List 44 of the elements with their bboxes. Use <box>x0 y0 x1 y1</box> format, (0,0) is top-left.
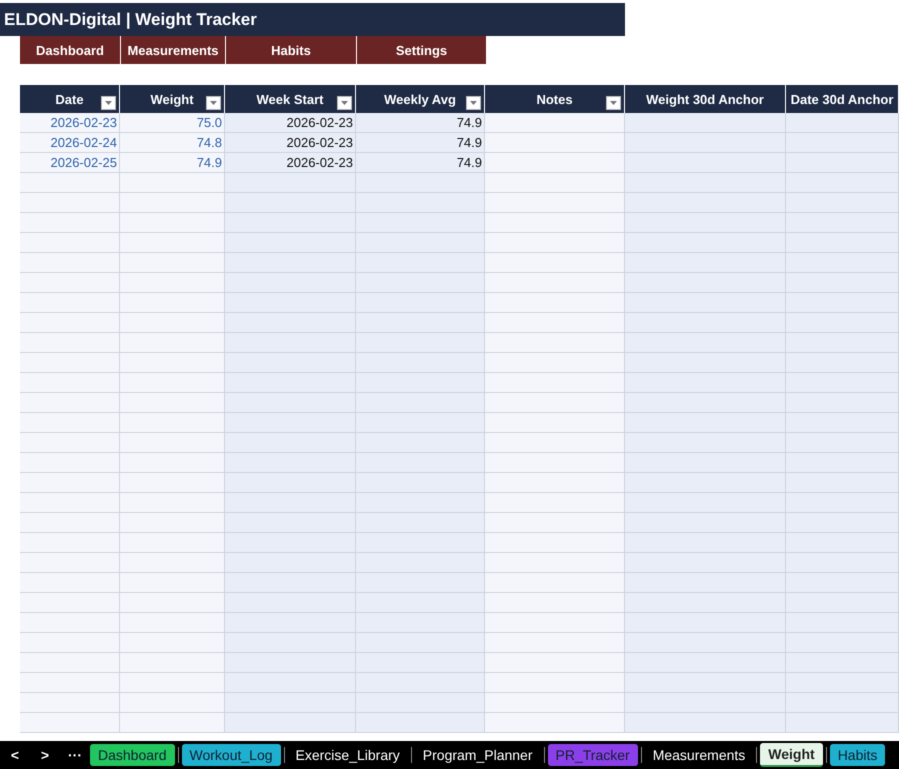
sheet-nav-button[interactable]: > <box>30 747 60 763</box>
table-cell: 2026-02-25 <box>20 153 120 173</box>
table-cell: 74.9 <box>120 153 225 173</box>
header-label: Date <box>55 92 84 106</box>
caret-icon <box>210 101 217 105</box>
header-label: Weight 30d Anchor <box>646 92 764 106</box>
header-label: Weight <box>150 92 194 106</box>
nav-button[interactable]: Measurements <box>121 36 226 64</box>
header-label: Notes <box>536 92 573 106</box>
table-cell: 75.0 <box>120 113 225 133</box>
table-cell: 2026-02-23 <box>225 113 356 133</box>
sheet-tab[interactable]: Exercise_Library <box>288 744 408 766</box>
sheet-tab[interactable]: Habits <box>830 744 886 766</box>
table-cell: 74.9 <box>356 133 485 153</box>
header-label: Weekly Avg <box>384 92 456 106</box>
caret-icon <box>470 101 477 105</box>
table-cell: 2026-02-23 <box>225 153 356 173</box>
filter-dropdown-button[interactable] <box>101 96 116 110</box>
filter-dropdown-button[interactable] <box>206 96 221 110</box>
nav-button[interactable]: Dashboard <box>20 36 121 64</box>
filter-dropdown-button[interactable] <box>606 96 621 110</box>
filter-dropdown-button[interactable] <box>337 96 352 110</box>
sheet-tab[interactable]: Measurements <box>644 744 754 766</box>
nav-button[interactable]: Settings <box>357 36 486 64</box>
sheet-nav-button[interactable]: ··· <box>60 747 90 763</box>
sheet-nav-button[interactable]: < <box>0 747 30 763</box>
table-cell: 2026-02-23 <box>225 133 356 153</box>
sheet-tab[interactable]: Workout_Log <box>182 744 281 766</box>
table-cell: 74.8 <box>120 133 225 153</box>
table-cell: 74.9 <box>356 153 485 173</box>
table-cell: 74.9 <box>356 113 485 133</box>
caret-icon <box>341 101 348 105</box>
header-label: Date 30d Anchor <box>790 92 894 106</box>
filter-dropdown-button[interactable] <box>466 96 481 110</box>
sheet-tab[interactable]: Dashboard <box>90 744 174 766</box>
sheet-tab[interactable]: Weight <box>760 743 823 767</box>
caret-icon <box>610 101 617 105</box>
nav-button[interactable]: Habits <box>226 36 357 64</box>
table-cell: 2026-02-23 <box>20 113 120 133</box>
caret-icon <box>105 101 112 105</box>
sheet-tab[interactable]: Program_Planner <box>414 744 541 766</box>
header-label: Week Start <box>256 92 324 106</box>
sheet-title: ELDON-Digital | Weight Tracker <box>4 10 257 30</box>
table-cell: 2026-02-24 <box>20 133 120 153</box>
